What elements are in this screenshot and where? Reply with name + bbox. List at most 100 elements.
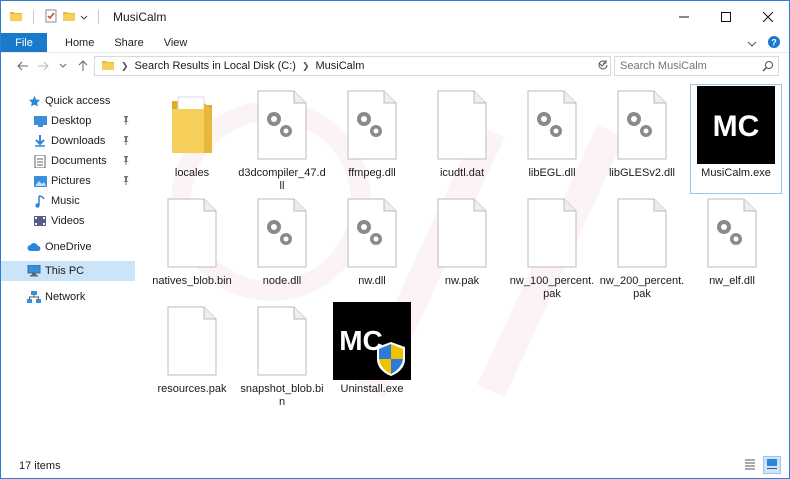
file-item-snapshot-blob[interactable]: snapshot_blob.bin [237, 301, 327, 409]
refresh-icon [597, 59, 609, 74]
tab-share[interactable]: Share [112, 37, 145, 49]
search-box[interactable] [614, 56, 779, 76]
window-title: MusiCalm [113, 10, 167, 24]
ribbon-tabs: File Home Share View ? [1, 33, 789, 52]
dll-file-icon [512, 85, 592, 165]
sidebar-item-pictures[interactable]: Pictures [1, 171, 135, 191]
file-name: nw_elf.dll [709, 275, 755, 287]
address-bar[interactable]: ❯ Search Results in Local Disk (C:) ❯ Mu… [94, 56, 611, 76]
forward-arrow-icon[interactable] [33, 56, 53, 76]
musicalm-app-icon: MC [696, 85, 776, 165]
view-toggle [741, 456, 781, 474]
breadcrumb-search-results[interactable]: Search Results in Local Disk (C:) [135, 60, 296, 72]
file-name: libGLESv2.dll [608, 167, 676, 179]
pin-icon [121, 115, 131, 128]
file-name: nw.pak [444, 275, 480, 287]
file-item-libglesv2[interactable]: libGLESv2.dll [597, 85, 687, 193]
file-item-icudtl[interactable]: icudtl.dat [417, 85, 507, 193]
blank-file-icon [152, 301, 232, 381]
sidebar-item-label: Downloads [51, 135, 106, 147]
pin-icon [121, 175, 131, 188]
file-name: libEGL.dll [528, 167, 576, 179]
file-item-resources-pak[interactable]: resources.pak [147, 301, 237, 409]
dll-file-icon [332, 193, 412, 273]
window-controls [663, 1, 789, 33]
file-item-d3dcompiler[interactable]: d3dcompiler_47.dll [237, 85, 327, 193]
file-name: snapshot_blob.bin [240, 383, 324, 408]
back-arrow-icon[interactable] [13, 56, 33, 76]
blank-file-icon [512, 193, 592, 273]
recent-locations-chevron-icon[interactable] [53, 56, 73, 76]
maximize-button[interactable] [705, 1, 747, 33]
file-item-ffmpeg[interactable]: ffmpeg.dll [327, 85, 417, 193]
expand-ribbon-chevron-icon[interactable] [747, 37, 757, 51]
sidebar-item-label: Music [51, 195, 80, 207]
breadcrumb-separator-icon: ❯ [121, 60, 129, 71]
address-row: ❯ Search Results in Local Disk (C:) ❯ Mu… [1, 52, 789, 78]
file-name: ffmpeg.dll [348, 167, 396, 179]
new-folder-icon[interactable] [62, 10, 76, 25]
close-button[interactable] [747, 1, 789, 33]
file-item-natives-blob[interactable]: natives_blob.bin [147, 193, 237, 301]
quick-access-toolbar [1, 9, 105, 26]
search-icon[interactable] [762, 60, 774, 75]
file-name: resources.pak [157, 383, 227, 395]
dll-file-icon [242, 85, 322, 165]
network-icon [27, 290, 41, 304]
tab-file[interactable]: File [1, 33, 47, 52]
sidebar-item-onedrive[interactable]: OneDrive [1, 237, 135, 257]
file-name: locales [174, 167, 210, 179]
large-icons-view-icon [766, 458, 778, 473]
file-item-node-dll[interactable]: node.dll [237, 193, 327, 301]
sidebar-item-music[interactable]: Music [1, 191, 135, 211]
file-item-nw-dll[interactable]: nw.dll [327, 193, 417, 301]
ribbon-right-controls: ? [747, 35, 781, 52]
pin-icon [121, 135, 131, 148]
file-item-locales[interactable]: locales [147, 85, 237, 193]
search-input[interactable] [620, 60, 760, 72]
tab-home[interactable]: Home [63, 37, 96, 49]
file-item-nw-100-percent[interactable]: nw_100_percent.pak [507, 193, 597, 301]
tab-view[interactable]: View [162, 37, 190, 49]
sidebar-item-label: Videos [51, 215, 85, 227]
blank-file-icon [422, 193, 502, 273]
file-item-nw-200-percent[interactable]: nw_200_percent.pak [597, 193, 687, 301]
file-explorer-window: MusiCalm File Home Share View ? ❯ Search… [0, 0, 790, 479]
pictures-folder-icon [33, 174, 47, 188]
sidebar-item-downloads[interactable]: Downloads [1, 131, 135, 151]
item-count: 17 items [19, 459, 61, 472]
file-name: nw_100_percent.pak [509, 275, 595, 300]
desktop-folder-icon [33, 114, 47, 128]
sidebar-item-label: This PC [45, 265, 85, 277]
large-icons-view-button[interactable] [763, 456, 781, 474]
dll-file-icon [242, 193, 322, 273]
file-item-nw-pak[interactable]: nw.pak [417, 193, 507, 301]
properties-icon[interactable] [44, 9, 58, 26]
folder-icon [152, 85, 232, 165]
file-item-musicalm-exe[interactable]: MC MusiCalm.exe [690, 84, 782, 194]
sidebar-item-label: Desktop [51, 115, 92, 127]
refresh-button[interactable] [595, 56, 611, 76]
file-item-libegl[interactable]: libEGL.dll [507, 85, 597, 193]
up-arrow-icon[interactable] [73, 56, 93, 76]
file-name: Uninstall.exe [340, 383, 404, 395]
file-item-uninstall-exe[interactable]: MC Uninstall.exe [327, 301, 417, 409]
help-icon[interactable]: ? [767, 35, 781, 52]
minimize-button[interactable] [663, 1, 705, 33]
sidebar-item-videos[interactable]: Videos [1, 211, 135, 231]
sidebar-item-desktop[interactable]: Desktop [1, 111, 135, 131]
sidebar-item-documents[interactable]: Documents [1, 151, 135, 171]
file-name: node.dll [262, 275, 302, 287]
downloads-folder-icon [33, 134, 47, 148]
file-item-nw-elf[interactable]: nw_elf.dll [687, 193, 777, 301]
sidebar-item-label: OneDrive [45, 241, 92, 253]
sidebar-item-this-pc[interactable]: This PC [1, 261, 135, 281]
breadcrumb-musicalm[interactable]: MusiCalm [315, 60, 364, 72]
sidebar-item-network[interactable]: Network [1, 287, 135, 307]
svg-text:MC: MC [713, 110, 760, 143]
sidebar-item-quick-access[interactable]: Quick access [1, 91, 135, 111]
customize-toolbar-chevron-icon[interactable] [80, 10, 88, 24]
status-bar: 17 items [1, 453, 789, 478]
sidebar-item-label: Network [45, 291, 86, 303]
details-view-button[interactable] [741, 456, 759, 474]
